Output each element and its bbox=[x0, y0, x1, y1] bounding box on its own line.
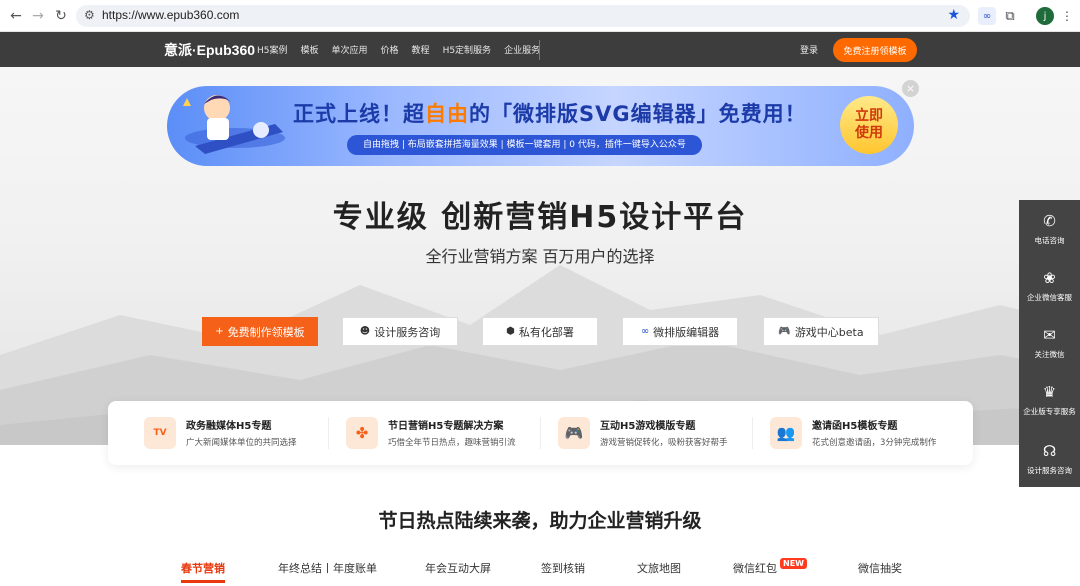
site-header: 意派·Epub360 H5案例 模板 单次应用 价格 教程 H5定制服务 企业服… bbox=[0, 32, 1080, 67]
hero-headline: 专业级 创新营销H5设计平台 bbox=[332, 200, 748, 235]
site-info-icon[interactable]: ⚙ bbox=[84, 8, 95, 22]
active-tab-indicator bbox=[181, 580, 225, 583]
float-design-consult[interactable]: ☊ 设计服务咨询 bbox=[1019, 430, 1080, 487]
banner-subtitle: 自由拖拽 | 布局嵌套拼搭海量效果 | 模板一键套用 | 0 代码，插件一键导入… bbox=[347, 135, 702, 155]
logo[interactable]: 意派·Epub360 bbox=[164, 40, 255, 60]
category-tabs: 春节营销 年终总结丨年度账单 年会互动大屏 签到核销 文旅地图 微信红包 微信抽… bbox=[0, 560, 1080, 586]
section-title: 节日热点陆续来袭，助力企业营销升级 bbox=[378, 510, 702, 532]
banner-title: 正式上线！超自由的「微排版SVG编辑器」免费用！ bbox=[293, 102, 807, 126]
headset-icon: ☊ bbox=[1042, 441, 1057, 460]
address-bar[interactable]: ⚙ https://www.epub360.com ★ bbox=[76, 5, 970, 27]
nav-item-single-app[interactable]: 单次应用 bbox=[332, 43, 368, 56]
cube-icon: ⬢ bbox=[506, 326, 515, 337]
browser-toolbar: ← → ↻ ⚙ https://www.epub360.com ★ ∞ ⧉ j … bbox=[0, 0, 1080, 32]
card-game[interactable]: 🎮 互动H5游戏模版专题 游戏营销促转化，吸粉获客好帮手 bbox=[558, 415, 748, 451]
reload-icon[interactable]: ↻ bbox=[51, 6, 71, 26]
tab-red-packet[interactable]: 微信红包 bbox=[733, 560, 777, 576]
float-phone[interactable]: ✆ 电话咨询 bbox=[1019, 200, 1080, 257]
wecom-icon: ❀ bbox=[1043, 268, 1056, 287]
profile-avatar[interactable]: j bbox=[1036, 7, 1054, 25]
card-gov-media[interactable]: TV 政务融媒体H5专题 广大新闻媒体单位的共同选择 bbox=[144, 415, 334, 451]
hero-subline: 全行业营销方案 百万用户的选择 bbox=[425, 247, 655, 266]
float-enterprise[interactable]: ♛ 企业版专享服务 bbox=[1019, 371, 1080, 428]
infinity-icon: ∞ bbox=[640, 326, 650, 337]
card-invitation[interactable]: 👥 邀请函H5模板专题 花式创意邀请函，3分钟完成制作 bbox=[770, 415, 960, 451]
game-center-button[interactable]: 🎮 游戏中心beta bbox=[763, 317, 879, 346]
phone-icon: ✆ bbox=[1043, 211, 1056, 230]
people-icon: 👥 bbox=[770, 417, 802, 449]
tv-icon: TV bbox=[144, 417, 176, 449]
private-deploy-button[interactable]: ⬢ 私有化部署 bbox=[482, 317, 598, 346]
url-text: https://www.epub360.com bbox=[102, 8, 240, 22]
card-divider bbox=[328, 417, 329, 449]
free-create-button[interactable]: + 免费制作领模板 bbox=[202, 317, 318, 346]
tab-annual-meeting[interactable]: 年会互动大屏 bbox=[425, 560, 491, 576]
nav-item-enterprise[interactable]: 企业服务 bbox=[504, 43, 540, 56]
nav-item-cases[interactable]: H5案例 bbox=[257, 43, 288, 56]
design-consult-button[interactable]: ☻ 设计服务咨询 bbox=[342, 317, 458, 346]
nav-item-pricing[interactable]: 价格 bbox=[381, 43, 399, 56]
close-icon[interactable]: × bbox=[902, 80, 919, 97]
bookmark-star-icon[interactable]: ★ bbox=[947, 7, 960, 23]
main-nav: H5案例 模板 单次应用 价格 教程 H5定制服务 企业服务 bbox=[257, 43, 540, 56]
gamepad-icon: 🎮 bbox=[778, 326, 791, 337]
tab-tourism-map[interactable]: 文旅地图 bbox=[637, 560, 681, 576]
promo-banner[interactable]: 正式上线！超自由的「微排版SVG编辑器」免费用！ 自由拖拽 | 布局嵌套拼搭海量… bbox=[167, 86, 914, 166]
banner-cta-button[interactable]: 立即使用 bbox=[840, 96, 898, 154]
new-badge: NEW bbox=[780, 558, 807, 569]
tab-spring-festival[interactable]: 春节营销 bbox=[181, 560, 225, 576]
nav-item-templates[interactable]: 模板 bbox=[301, 43, 319, 56]
floating-service-bar: ✆ 电话咨询 ❀ 企业微信客服 ✉ 关注微信 ♛ 企业版专享服务 ☊ 设计服务咨… bbox=[1019, 200, 1080, 487]
puzzle-icon[interactable]: ⧉ bbox=[1001, 7, 1019, 25]
menu-dots-icon[interactable]: ⋮ bbox=[1058, 7, 1076, 25]
back-icon[interactable]: ← bbox=[6, 6, 26, 26]
wechat-icon: ✉ bbox=[1043, 325, 1056, 344]
card-divider bbox=[752, 417, 753, 449]
float-wechat[interactable]: ✉ 关注微信 bbox=[1019, 314, 1080, 371]
chinese-knot-icon: ✤ bbox=[346, 417, 378, 449]
nav-divider bbox=[539, 40, 540, 60]
tab-year-end[interactable]: 年终总结丨年度账单 bbox=[278, 560, 377, 576]
extension-icon[interactable]: ∞ bbox=[978, 7, 996, 25]
forward-icon[interactable]: → bbox=[28, 6, 48, 26]
plus-icon: + bbox=[215, 326, 224, 337]
gamepad-icon: 🎮 bbox=[558, 417, 590, 449]
nav-item-custom-service[interactable]: H5定制服务 bbox=[443, 43, 492, 56]
register-button[interactable]: 免费注册领模板 bbox=[833, 38, 917, 62]
feature-cards: TV 政务融媒体H5专题 广大新闻媒体单位的共同选择 ✤ 节日营销H5专题解决方… bbox=[108, 401, 973, 465]
tab-lottery[interactable]: 微信抽奖 bbox=[858, 560, 902, 576]
card-divider bbox=[540, 417, 541, 449]
card-festival[interactable]: ✤ 节日营销H5专题解决方案 巧借全年节日热点，趣味营销引流 bbox=[346, 415, 536, 451]
float-wecom[interactable]: ❀ 企业微信客服 bbox=[1019, 257, 1080, 314]
login-link[interactable]: 登录 bbox=[800, 43, 818, 56]
micro-editor-button[interactable]: ∞ 微排版编辑器 bbox=[622, 317, 738, 346]
crown-icon: ♛ bbox=[1042, 382, 1057, 401]
service-icon: ☻ bbox=[359, 326, 371, 337]
nav-item-tutorials[interactable]: 教程 bbox=[412, 43, 430, 56]
astronaut-icon bbox=[183, 95, 285, 154]
tab-checkin[interactable]: 签到核销 bbox=[541, 560, 585, 576]
